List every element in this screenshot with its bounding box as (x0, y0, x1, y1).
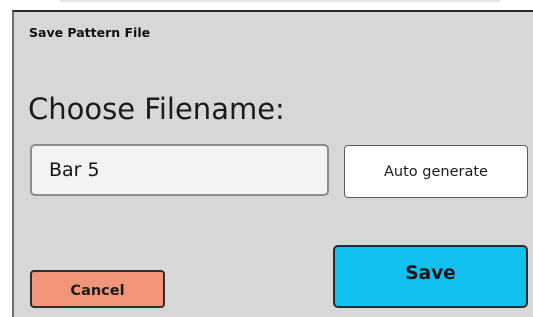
save-pattern-dialog: Save Pattern File Choose Filename: Auto … (12, 10, 533, 317)
auto-generate-button[interactable]: Auto generate (344, 145, 528, 198)
choose-filename-label: Choose Filename: (28, 92, 285, 126)
dialog-title: Save Pattern File (29, 25, 151, 40)
top-window-strip (0, 0, 533, 10)
save-button[interactable]: Save (333, 245, 528, 308)
filename-input[interactable] (30, 144, 329, 196)
top-strip-tint (60, 0, 500, 2)
cancel-button[interactable]: Cancel (30, 270, 165, 308)
